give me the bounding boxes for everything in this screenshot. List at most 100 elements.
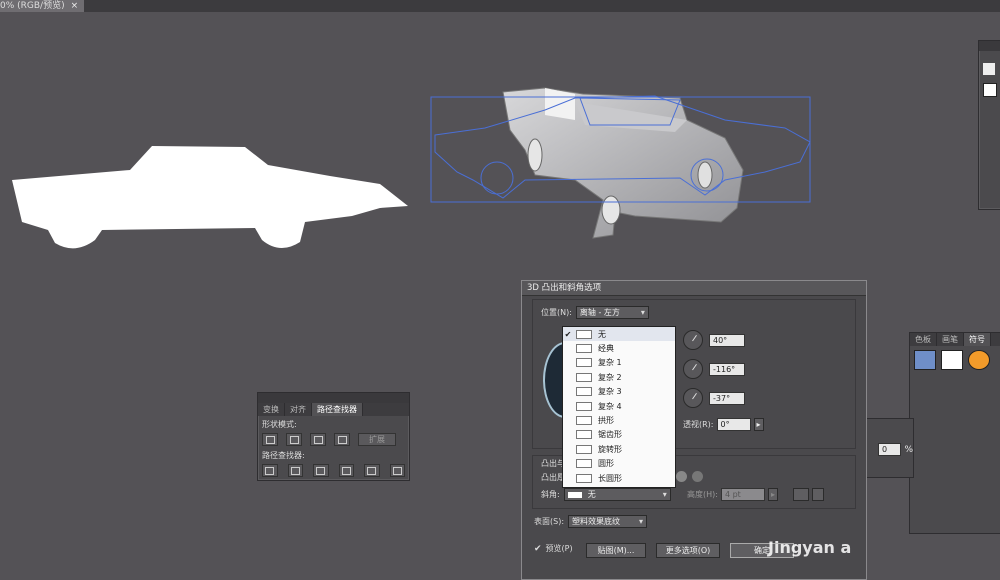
list-item-label: 锯齿形 — [598, 430, 622, 440]
bevel-preview-icon — [576, 430, 592, 440]
bevel-preview-icon — [576, 344, 592, 354]
list-item[interactable]: 锯齿形 — [563, 428, 675, 442]
list-item[interactable]: 复杂 1 — [563, 356, 675, 370]
merge-button[interactable] — [313, 464, 329, 477]
percent-unit: % — [904, 444, 913, 455]
bevel-preview-icon — [576, 387, 592, 397]
position-label: 位置(N): — [541, 308, 572, 317]
dialog-title[interactable]: 3D 凸出和斜角选项 — [522, 281, 866, 296]
tab-swatches[interactable]: 色板 — [910, 333, 937, 346]
tab-pathfinder[interactable]: 路径查找器 — [312, 403, 363, 416]
rotate-z-dial[interactable] — [683, 388, 703, 408]
list-item[interactable]: 旋转形 — [563, 442, 675, 456]
list-item-label: 旋转形 — [598, 444, 622, 454]
bevel-in-icon[interactable] — [811, 488, 824, 501]
bevel-preview-icon — [576, 358, 592, 368]
bevel-preview-icon — [576, 444, 592, 454]
perspective-arrow[interactable]: ▸ — [753, 418, 764, 431]
list-item[interactable]: 复杂 3 — [563, 385, 675, 399]
symbol-swatch[interactable] — [940, 350, 963, 370]
list-item[interactable]: ✔ 无 — [563, 327, 675, 342]
check-icon: ✔ — [564, 329, 572, 339]
list-item[interactable]: 圆形 — [563, 457, 675, 471]
list-item-label: 长圆形 — [598, 473, 622, 483]
more-options-button[interactable]: 更多选项(O) — [656, 543, 720, 558]
document-tab-title: 0% (RGB/预览) — [0, 1, 65, 11]
fill-swatch[interactable] — [983, 63, 995, 75]
minus-back-button[interactable] — [389, 464, 405, 477]
symbols-tabs: 色板 画笔 符号 — [910, 333, 1000, 346]
height-field[interactable]: 4 pt — [720, 488, 765, 501]
cap-on-icon[interactable] — [676, 471, 687, 482]
bevel-preview-icon — [576, 329, 592, 339]
list-item[interactable]: 复杂 2 — [563, 370, 675, 384]
symbol-swatch[interactable] — [914, 350, 936, 370]
unite-button[interactable] — [262, 433, 278, 446]
rotate-y-field[interactable]: -116° — [709, 362, 745, 376]
intersect-button[interactable] — [310, 433, 326, 446]
percent-field[interactable]: 0 — [878, 443, 902, 456]
surface-select[interactable]: 塑料效果底纹 — [568, 515, 648, 528]
tab-transform[interactable]: 变换 — [258, 403, 285, 416]
rotate-y-dial[interactable] — [683, 359, 703, 379]
rotate-z-field[interactable]: -37° — [709, 391, 745, 405]
perspective-label: 透视(R): — [683, 420, 714, 429]
preview-label: 预览(P) — [545, 544, 573, 553]
symbols-panel: 色板 画笔 符号 — [909, 332, 1000, 534]
3d-car-artwork[interactable] — [425, 80, 825, 245]
height-arrow[interactable]: ▸ — [767, 488, 778, 501]
hidden-panel: 0 % — [862, 418, 914, 478]
tab-brushes[interactable]: 画笔 — [937, 333, 964, 346]
rotate-x-field[interactable]: 40° — [709, 333, 745, 347]
height-label: 高度(H): — [687, 490, 718, 499]
map-button[interactable]: 贴图(M)... — [586, 543, 646, 558]
exclude-button[interactable] — [334, 433, 350, 446]
crop-button[interactable] — [338, 464, 354, 477]
symbol-swatch[interactable] — [967, 350, 990, 370]
bevel-dropdown-list[interactable]: ✔ 无 经典 复杂 1 复杂 2 复杂 3 复杂 4 拱形 锯齿形 旋转形 圆形 … — [562, 326, 676, 488]
document-tab-bar: 0% (RGB/预览) × — [0, 0, 1000, 12]
bevel-out-icon[interactable] — [792, 488, 809, 501]
bevel-preview-icon — [567, 491, 582, 498]
bevel-preview-icon — [576, 416, 592, 426]
surface-label: 表面(S): — [534, 517, 565, 526]
minus-front-button[interactable] — [286, 433, 302, 446]
pathfinder-panel: 变换 对齐 路径查找器 形状模式: 扩展 路径查找器: — [257, 392, 410, 481]
bevel-preview-icon — [576, 372, 592, 382]
panel-titlebar[interactable] — [258, 393, 409, 403]
watermark-text: Jingyan a — [768, 538, 852, 557]
document-tab[interactable]: 0% (RGB/预览) × — [0, 0, 85, 12]
list-item[interactable]: 经典 — [563, 341, 675, 355]
trim-button[interactable] — [287, 464, 303, 477]
list-item-label: 拱形 — [598, 416, 614, 426]
close-icon[interactable]: × — [71, 0, 79, 12]
preview-checkbox[interactable]: ✔ — [534, 544, 542, 554]
outline-button[interactable] — [364, 464, 380, 477]
stroke-swatch[interactable] — [983, 83, 997, 97]
bevel-preview-icon — [576, 459, 592, 469]
car-silhouette[interactable] — [0, 140, 420, 255]
bevel-label: 斜角: — [541, 490, 560, 499]
list-item[interactable]: 复杂 4 — [563, 399, 675, 413]
bevel-select-value: 无 — [587, 490, 596, 499]
position-select[interactable]: 离轴 - 左方 — [575, 306, 649, 319]
list-item-label: 无 — [598, 329, 606, 339]
pathfinders-label: 路径查找器: — [262, 451, 305, 460]
pathfinder-tabs: 变换 对齐 路径查找器 — [258, 403, 409, 416]
bevel-preview-icon — [576, 473, 592, 483]
list-item-label: 复杂 2 — [598, 372, 622, 382]
tab-align[interactable]: 对齐 — [285, 403, 312, 416]
rotate-x-dial[interactable] — [683, 330, 703, 350]
bevel-select[interactable]: 无 — [563, 488, 671, 501]
shape-modes-label: 形状模式: — [262, 420, 297, 429]
list-item-label: 复杂 1 — [598, 358, 622, 368]
perspective-field[interactable]: 0° — [716, 418, 751, 431]
bevel-preview-icon — [576, 401, 592, 411]
cap-off-icon[interactable] — [692, 471, 703, 482]
divide-button[interactable] — [262, 464, 278, 477]
list-item[interactable]: 拱形 — [563, 413, 675, 427]
expand-button[interactable]: 扩展 — [358, 433, 396, 446]
tab-symbols[interactable]: 符号 — [964, 333, 991, 346]
list-item-label: 经典 — [598, 344, 614, 354]
list-item[interactable]: 长圆形 — [563, 471, 675, 485]
